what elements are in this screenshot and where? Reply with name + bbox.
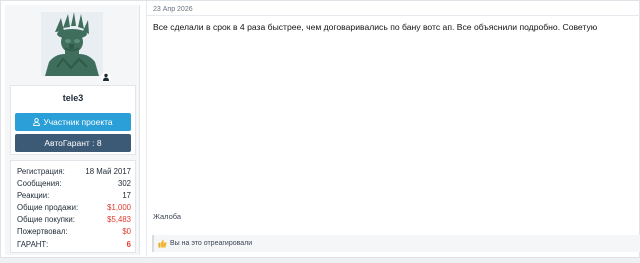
stat-value: 6 [126,239,131,249]
stat-value: $1,000 [107,203,131,213]
avatar[interactable] [41,12,103,76]
online-status-icon [101,72,111,82]
stat-label: Сообщения: [17,179,62,189]
post-date[interactable]: 23 Апр 2026 [153,6,193,13]
stat-value: $5,483 [107,215,131,225]
member-button-label: Участник проекта [43,117,113,127]
page-background [0,258,640,263]
user-card: tele3 Участник проекта АвтоГарант : 8 [10,85,136,155]
stat-donated: Пожертвовал: $0 [17,226,131,238]
stat-label: Регистрация: [17,167,65,176]
reactions-bar[interactable]: Вы на это отреагировали [152,235,640,252]
message-body: Все сделали в срок в 4 раза быстрее, чем… [153,22,598,32]
stat-registration: Регистрация: 18 Май 2017 [17,166,131,178]
user-icon [33,118,41,126]
user-stats: Регистрация: 18 Май 2017 Сообщения: 302 … [10,160,136,253]
stat-label: Общие покупки: [17,215,75,225]
username[interactable]: tele3 [11,93,135,103]
thumbs-up-icon [158,239,167,248]
guarantee-button[interactable]: АвтоГарант : 8 [15,134,131,152]
post-container: tele3 Участник проекта АвтоГарант : 8 Ре… [0,0,640,259]
report-link[interactable]: Жалоба [153,212,181,221]
stat-reactions: Реакции: 17 [17,190,131,202]
stat-sales: Общие продажи: $1,000 [17,202,131,214]
user-panel: tele3 Участник проекта АвтоГарант : 8 Ре… [5,5,140,255]
stat-value[interactable]: 302 [118,178,131,190]
message-column: 23 Апр 2026 Все сделали в срок в 4 раза … [146,1,640,259]
stat-label: Пожертвовал: [17,227,68,237]
stat-purchases: Общие покупки: $5,483 [17,214,131,226]
stat-value: 17 [122,191,131,201]
stat-value: $0 [122,227,131,237]
stat-value: 18 Май 2017 [85,167,131,176]
divider [147,15,640,16]
stat-label: ГАРАНТ: [17,239,49,249]
member-button[interactable]: Участник проекта [15,113,131,131]
stat-guarantor: ГАРАНТ: 6 [17,239,131,251]
stat-label: Реакции: [17,191,50,201]
reactions-text: Вы на это отреагировали [170,240,253,247]
stat-label: Общие продажи: [17,203,79,213]
stat-messages: Сообщения: 302 [17,178,131,190]
